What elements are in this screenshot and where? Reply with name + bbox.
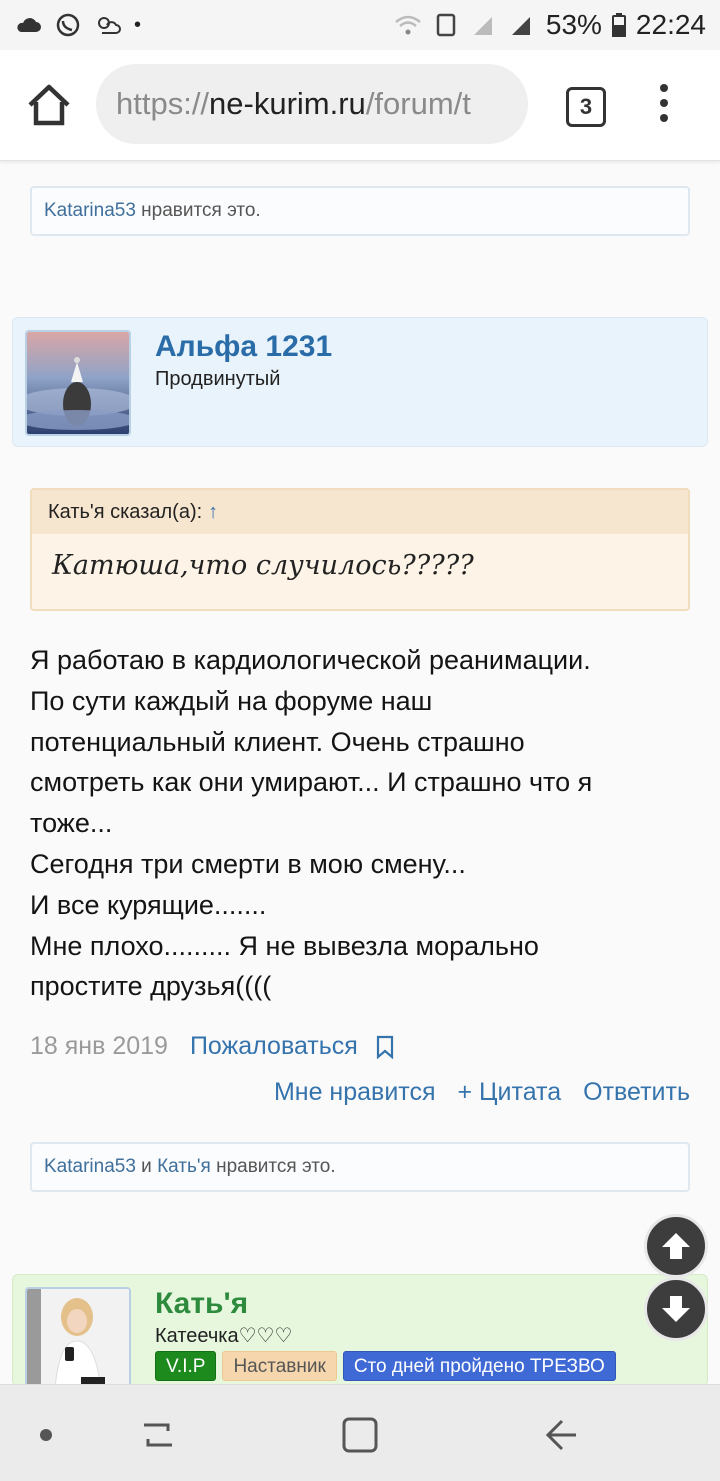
signal-icon-2 bbox=[511, 17, 530, 35]
reply-button[interactable]: Ответить bbox=[583, 1078, 690, 1107]
post-date[interactable]: 18 янв 2019 bbox=[30, 1032, 168, 1061]
post-line: И все курящие....... bbox=[30, 889, 267, 920]
post-actions: Мне нравится + Цитата Ответить bbox=[274, 1078, 690, 1107]
back-icon[interactable] bbox=[540, 1415, 580, 1455]
post-meta: 18 янв 2019 Пожаловаться bbox=[30, 1032, 394, 1061]
quote-attribution: Кать'я сказал(а): bbox=[48, 501, 203, 523]
scroll-down-button[interactable] bbox=[644, 1277, 708, 1341]
likes-summary-bottom: Katarina53 и Кать'я нравится это. bbox=[30, 1142, 690, 1192]
next-post-author-rank: Катеечка♡♡♡ bbox=[155, 1325, 293, 1347]
bookmark-icon[interactable] bbox=[376, 1035, 394, 1059]
vip-badge: V.I.P bbox=[155, 1351, 217, 1381]
recent-apps-icon[interactable] bbox=[138, 1415, 178, 1455]
likes-summary-top: Katarina53 нравится это. bbox=[30, 186, 690, 236]
browser-toolbar: https://ne-kurim.ru/forum/t 3 bbox=[0, 50, 720, 161]
quote-button[interactable]: + Цитата bbox=[458, 1078, 562, 1107]
post-header: Альфа 1231 Продвинутый bbox=[12, 317, 708, 447]
weather-icon bbox=[98, 17, 121, 34]
next-post-header: Кать'я Катеечка♡♡♡ V.I.P Наставник Сто дне… bbox=[12, 1274, 708, 1391]
post-author-name[interactable]: Альфа 1231 bbox=[155, 330, 332, 364]
post-line: Сегодня три смерти в мою смену... bbox=[30, 848, 466, 879]
clock: 22:24 bbox=[635, 9, 706, 40]
nav-dot-icon[interactable] bbox=[40, 1429, 52, 1441]
url-scheme: https:// bbox=[116, 86, 210, 121]
post-line: тоже... bbox=[30, 808, 113, 839]
next-post-author-name[interactable]: Кать'я bbox=[155, 1287, 248, 1321]
likes-suffix: нравится это. bbox=[135, 200, 261, 221]
url-domain: ne-kurim.ru bbox=[209, 86, 366, 121]
quote-header: Кать'я сказал(а): ↑ bbox=[32, 490, 688, 534]
system-navigation-bar bbox=[0, 1384, 720, 1481]
wifi-icon bbox=[395, 15, 421, 35]
dot-icon: • bbox=[134, 13, 142, 36]
like-button[interactable]: Мне нравится bbox=[274, 1078, 436, 1107]
scroll-up-button[interactable] bbox=[644, 1214, 708, 1278]
avatar[interactable] bbox=[25, 1287, 131, 1391]
like-user-link[interactable]: Katarina53 bbox=[44, 1156, 136, 1177]
viber-icon bbox=[56, 13, 80, 37]
post-line: потенциальный клиент. Очень страшно bbox=[30, 726, 525, 757]
battery-icon bbox=[611, 13, 626, 37]
badge-row: V.I.P Наставник Сто дней пройдено ТРЕЗВО bbox=[155, 1351, 622, 1381]
arrow-up-icon bbox=[662, 1233, 690, 1259]
sim-icon bbox=[436, 13, 456, 37]
report-link[interactable]: Пожаловаться bbox=[190, 1032, 358, 1061]
like-user-link[interactable]: Кать'я bbox=[157, 1156, 211, 1177]
url-path: /forum/t bbox=[365, 86, 471, 121]
quote-block: Кать'я сказал(а): ↑ Катюша,что случилось?… bbox=[30, 488, 690, 611]
post-line: Я работаю в кардиологической реанимации. bbox=[30, 645, 591, 675]
arrow-down-icon bbox=[662, 1296, 690, 1322]
url-field[interactable]: https://ne-kurim.ru/forum/t bbox=[96, 64, 528, 144]
post-line: простите друзья(((( bbox=[30, 971, 272, 1002]
quote-text: Катюша,что случилось????? bbox=[52, 550, 474, 581]
avatar[interactable] bbox=[25, 330, 131, 436]
status-bar: • 53% 22:24 bbox=[0, 0, 720, 50]
likes-suffix: нравится это. bbox=[210, 1156, 336, 1177]
post-line: По сути каждый на форуме наш bbox=[30, 685, 433, 716]
overflow-menu-icon[interactable] bbox=[655, 84, 673, 128]
signal-icon bbox=[473, 17, 492, 35]
post-author-rank: Продвинутый bbox=[155, 368, 281, 390]
home-icon[interactable] bbox=[22, 78, 76, 132]
like-user-link[interactable]: Katarina53 bbox=[44, 200, 136, 221]
post-line: Мне плохо......... Я не вывезла морально bbox=[30, 930, 539, 961]
sober-badge: Сто дней пройдено ТРЕЗВО bbox=[342, 1351, 616, 1381]
battery-percent: 53% bbox=[545, 9, 602, 40]
cloud-icon bbox=[17, 18, 41, 32]
avatar-image bbox=[27, 1289, 129, 1389]
tab-switcher-button[interactable]: 3 bbox=[566, 87, 606, 127]
home-nav-icon[interactable] bbox=[340, 1415, 380, 1455]
post-body: Я работаю в кардиологической реанимации.… bbox=[30, 640, 700, 1007]
post-line: смотреть как они умирают... И страшно чт… bbox=[30, 767, 593, 798]
likes-and: и bbox=[135, 1156, 158, 1177]
quote-jump-arrow-icon[interactable]: ↑ bbox=[208, 501, 218, 523]
mentor-badge: Наставник bbox=[222, 1351, 337, 1381]
avatar-image bbox=[27, 332, 129, 434]
